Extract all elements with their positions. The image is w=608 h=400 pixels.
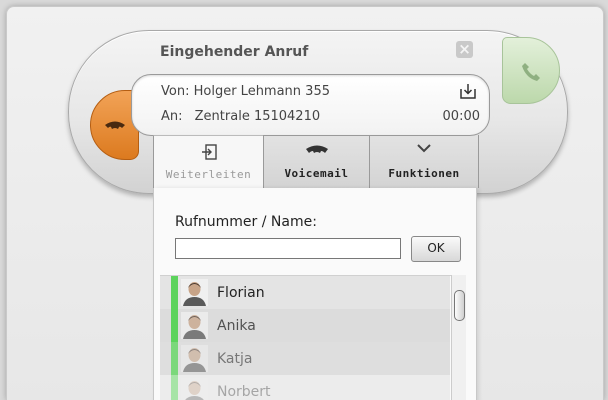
contact-row[interactable]: Anika bbox=[160, 309, 450, 342]
presence-status-bar bbox=[171, 342, 178, 375]
tab-forward-label: Weiterleiten bbox=[165, 168, 252, 181]
scrollbar-thumb[interactable] bbox=[454, 290, 465, 321]
phone-pickup-icon bbox=[522, 62, 540, 81]
voicemail-icon bbox=[305, 145, 328, 153]
close-icon[interactable]: × bbox=[456, 41, 473, 58]
contact-name: Anika bbox=[217, 317, 256, 334]
presence-status-bar bbox=[171, 375, 178, 400]
contact-row[interactable]: Florian bbox=[160, 276, 450, 309]
save-contact-icon[interactable] bbox=[460, 83, 476, 99]
ok-button[interactable]: OK bbox=[411, 236, 461, 262]
caller-from: Von: Holger Lehmann 355 bbox=[161, 84, 330, 99]
tab-forward[interactable]: Weiterleiten bbox=[153, 135, 263, 188]
forward-panel: Rufnummer / Name: OK Florian Anika Katja… bbox=[153, 188, 477, 400]
contact-name: Norbert bbox=[217, 383, 271, 400]
tab-voicemail[interactable]: Voicemail bbox=[263, 135, 369, 188]
row-gutter bbox=[160, 375, 171, 400]
presence-status-bar bbox=[171, 309, 178, 342]
avatar bbox=[181, 345, 208, 372]
contact-list-scrollbar[interactable] bbox=[451, 275, 466, 400]
to-label: An: bbox=[161, 109, 183, 124]
avatar bbox=[181, 279, 208, 306]
chevron-down-icon bbox=[417, 144, 431, 153]
call-window: Eingehender Anruf × Von: Holger Lehmann … bbox=[6, 6, 604, 400]
tab-functions[interactable]: Funktionen bbox=[369, 135, 479, 188]
contact-list: Florian Anika Katja Norbert bbox=[160, 275, 460, 400]
row-gutter bbox=[160, 342, 171, 375]
from-value: Holger Lehmann 355 bbox=[193, 84, 330, 99]
contact-name: Florian bbox=[217, 284, 265, 301]
tab-functions-label: Funktionen bbox=[388, 167, 460, 180]
number-name-label: Rufnummer / Name: bbox=[175, 214, 317, 230]
row-gutter bbox=[160, 276, 171, 309]
avatar bbox=[181, 378, 208, 400]
presence-status-bar bbox=[171, 276, 178, 309]
contact-row[interactable]: Katja bbox=[160, 342, 450, 375]
call-action-tabs: Weiterleiten Voicemail Funktionen bbox=[153, 135, 479, 188]
contact-row[interactable]: Norbert bbox=[160, 375, 450, 400]
hang-up-icon bbox=[104, 121, 125, 129]
row-gutter bbox=[160, 309, 171, 342]
call-title: Eingehender Anruf bbox=[160, 44, 309, 60]
contact-name: Katja bbox=[217, 350, 253, 367]
tab-voicemail-label: Voicemail bbox=[284, 167, 349, 180]
caller-to: An: Zentrale 15104210 bbox=[161, 109, 320, 124]
forward-icon bbox=[201, 144, 217, 160]
number-name-input[interactable] bbox=[175, 238, 401, 259]
from-label: Von: bbox=[161, 84, 190, 99]
call-timer: 00:00 bbox=[442, 109, 480, 124]
to-value: Zentrale 15104210 bbox=[194, 109, 321, 124]
avatar bbox=[181, 312, 208, 339]
caller-info-box: Von: Holger Lehmann 355 An: Zentrale 151… bbox=[131, 74, 490, 136]
